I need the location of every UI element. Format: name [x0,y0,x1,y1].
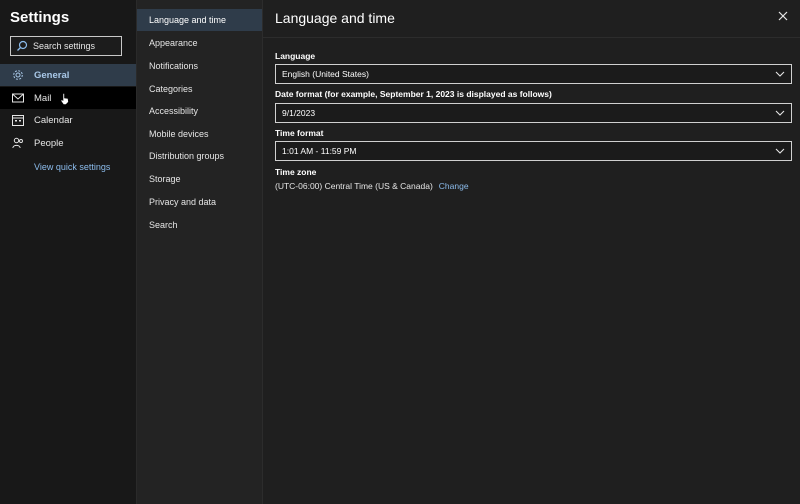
time-format-label: Time format [275,128,324,138]
language-label: Language [275,51,316,61]
date-format-select[interactable]: 9/1/2023 [275,103,792,123]
subnav-item-categories[interactable]: Categories [137,78,263,100]
sidebar-item-label: People [34,137,64,149]
date-format-label: Date format (for example, September 1, 2… [275,89,552,99]
sidebar-item-general[interactable]: General [0,64,136,86]
chevron-down-icon [775,69,785,79]
settings-title: Settings [10,9,70,26]
subnav-item-notifications[interactable]: Notifications [137,55,263,77]
language-select[interactable]: English (United States) [275,64,792,84]
sidebar-item-calendar[interactable]: Calendar [0,109,136,131]
language-value: English (United States) [282,69,369,79]
time-format-select[interactable]: 1:01 AM - 11:59 PM [275,141,792,161]
view-quick-settings-link[interactable]: View quick settings [34,162,110,172]
sidebar-item-label: Mail [34,92,52,104]
subnav-item-distribution-groups[interactable]: Distribution groups [137,145,263,167]
sidebar-item-people[interactable]: People [0,132,136,154]
time-format-value: 1:01 AM - 11:59 PM [282,146,357,156]
time-zone-value: (UTC-06:00) Central Time (US & Canada) [275,181,433,191]
sidebar-item-label: Calendar [34,114,73,126]
close-button[interactable] [776,9,790,23]
header-divider [263,37,800,38]
chevron-down-icon [775,146,785,156]
subnav-item-search[interactable]: Search [137,214,263,236]
close-icon [778,11,788,21]
subnav-item-appearance[interactable]: Appearance [137,32,263,54]
gear-icon [12,69,24,81]
search-placeholder: Search settings [33,41,96,51]
subnav-item-storage[interactable]: Storage [137,168,263,190]
subnav-item-mobile-devices[interactable]: Mobile devices [137,123,263,145]
settings-sidebar: Settings Search settings General Mail Ca… [0,0,136,504]
mail-icon [12,92,24,104]
sidebar-item-label: General [34,69,70,81]
time-zone-row: (UTC-06:00) Central Time (US & Canada) C… [275,181,469,191]
search-settings-input[interactable]: Search settings [10,36,122,56]
date-format-value: 9/1/2023 [282,108,316,118]
mouse-pointer-icon [60,93,69,105]
subnav-item-accessibility[interactable]: Accessibility [137,100,263,122]
page-title: Language and time [275,10,395,26]
change-time-zone-link[interactable]: Change [439,181,469,191]
settings-window: Settings Search settings General Mail Ca… [0,0,800,504]
settings-content: Language and time Language English (Unit… [262,0,800,504]
settings-subnav: Language and time Appearance Notificatio… [136,0,263,504]
subnav-item-language-and-time[interactable]: Language and time [137,9,263,31]
subnav-item-privacy-and-data[interactable]: Privacy and data [137,191,263,213]
people-icon [12,137,24,149]
time-zone-label: Time zone [275,167,317,177]
search-icon [16,40,29,53]
calendar-icon [12,114,24,126]
chevron-down-icon [775,108,785,118]
